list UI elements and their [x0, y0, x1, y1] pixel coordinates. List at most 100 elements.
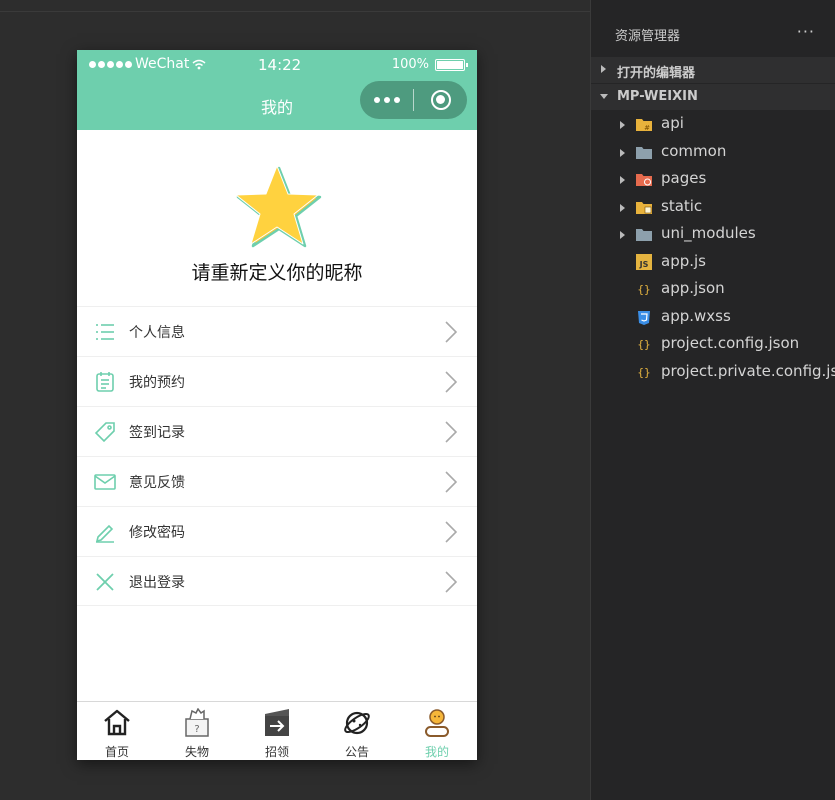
menu-item-my-appointments[interactable]: 我的预约: [77, 356, 477, 406]
tree-item-label: project.config.json: [661, 334, 800, 352]
home-icon: [104, 709, 130, 736]
chevron-right-icon: [445, 521, 457, 543]
api-folder-icon: #: [636, 119, 652, 132]
simulator-toolbar: [0, 0, 590, 12]
menu-item-label: 签到记录: [129, 425, 185, 441]
tree-item-app-js[interactable]: JS app.js: [591, 249, 835, 276]
simulator-area: WeChat 14:22 100% 我的 请重新定义你的昵称 个人信息 我的预约…: [0, 0, 590, 800]
tab-lost[interactable]: ? 失物: [157, 702, 237, 760]
phone-screen: WeChat 14:22 100% 我的 请重新定义你的昵称 个人信息 我的预约…: [77, 50, 477, 760]
chevron-right-icon: [620, 176, 625, 184]
tree-item-project-config[interactable]: {} project.config.json: [591, 331, 835, 358]
list-icon: [96, 324, 114, 340]
wifi-icon: [192, 59, 206, 69]
svg-text:JS: JS: [639, 260, 649, 269]
chevron-right-icon: [601, 65, 606, 73]
tree-item-pages[interactable]: pages: [591, 166, 835, 193]
more-options-icon[interactable]: [360, 97, 413, 103]
status-bar: WeChat 14:22 100%: [77, 50, 477, 78]
json-icon: {}: [637, 366, 650, 379]
tree-item-uni-modules[interactable]: uni_modules: [591, 221, 835, 248]
menu-item-label: 个人信息: [129, 325, 185, 341]
chevron-right-icon: [620, 149, 625, 157]
menu-item-label: 退出登录: [129, 575, 185, 591]
menu-item-change-password[interactable]: 修改密码: [77, 506, 477, 556]
status-left: WeChat: [89, 56, 206, 72]
signal-icon: [89, 60, 132, 68]
tab-label: 失物: [184, 745, 209, 759]
clipboard-icon: [96, 372, 114, 392]
user-icon: [425, 709, 449, 737]
profile-section: 请重新定义你的昵称: [77, 130, 477, 306]
chevron-right-icon: [620, 231, 625, 239]
static-folder-icon: [636, 202, 652, 214]
planet-icon: [344, 711, 370, 735]
x-icon: [96, 573, 114, 591]
menu-item-logout[interactable]: 退出登录: [77, 556, 477, 606]
tree-item-api[interactable]: # api: [591, 111, 835, 138]
json-icon: {}: [637, 338, 650, 351]
css-icon: [638, 311, 650, 325]
chevron-right-icon: [445, 571, 457, 593]
explorer-title: 资源管理器: [615, 29, 681, 44]
chevron-right-icon: [445, 321, 457, 343]
chevron-right-icon: [620, 121, 625, 129]
tab-announcement[interactable]: 公告: [317, 702, 397, 760]
star-avatar-icon[interactable]: [230, 160, 324, 254]
section-label: 打开的编辑器: [617, 66, 696, 81]
tree-item-label: static: [661, 197, 703, 215]
menu-item-checkin-records[interactable]: 签到记录: [77, 406, 477, 456]
chevron-down-icon: [600, 94, 608, 99]
menu-item-label: 修改密码: [129, 525, 185, 541]
battery-percent: 100%: [391, 57, 429, 72]
close-mini-program-button[interactable]: [414, 90, 467, 110]
folder-icon: [636, 147, 652, 159]
chevron-right-icon: [445, 371, 457, 393]
tree-item-label: uni_modules: [661, 224, 756, 242]
tab-mine[interactable]: 我的: [397, 702, 477, 760]
section-open-editors[interactable]: 打开的编辑器: [591, 57, 835, 83]
explorer-toolbar: [591, 0, 835, 10]
section-project[interactable]: MP-WEIXIN: [591, 84, 835, 110]
chevron-right-icon: [620, 204, 625, 212]
tree-item-common[interactable]: common: [591, 139, 835, 166]
menu-item-personal-info[interactable]: 个人信息: [77, 306, 477, 356]
pages-folder-icon: [636, 174, 652, 186]
tree-item-label: common: [661, 142, 727, 160]
tree-item-label: app.wxss: [661, 307, 731, 325]
tree-item-label: api: [661, 114, 684, 132]
json-icon: {}: [637, 283, 650, 296]
svg-text:{}: {}: [637, 366, 650, 379]
tree-item-static[interactable]: static: [591, 194, 835, 221]
tree-item-label: pages: [661, 169, 707, 187]
tree-item-app-json[interactable]: {} app.json: [591, 276, 835, 303]
lost-item-icon: ?: [185, 708, 209, 737]
nickname[interactable]: 请重新定义你的昵称: [77, 258, 477, 285]
target-icon: [430, 90, 451, 110]
tree-item-label: app.js: [661, 252, 706, 270]
file-explorer-panel: 资源管理器 ··· 打开的编辑器 MP-WEIXIN # api common …: [590, 0, 835, 800]
status-right: 100%: [391, 57, 468, 72]
tab-claim[interactable]: 招领: [237, 702, 317, 760]
menu-item-label: 意见反馈: [129, 475, 185, 491]
claim-icon: [265, 709, 289, 736]
status-time: 14:22: [258, 56, 302, 74]
menu-item-feedback[interactable]: 意见反馈: [77, 456, 477, 506]
folder-icon: [636, 229, 652, 241]
more-actions-button[interactable]: ···: [797, 22, 815, 41]
tab-label: 公告: [344, 745, 369, 759]
tree-item-project-private-config[interactable]: {} project.private.config.js...: [591, 359, 835, 386]
tab-label: 首页: [104, 745, 129, 759]
menu-list: 个人信息 我的预约 签到记录 意见反馈 修改密码 退出登录: [77, 306, 477, 606]
battery-icon: [435, 58, 468, 71]
tab-home[interactable]: 首页: [77, 702, 157, 760]
tab-label: 我的: [424, 745, 449, 759]
svg-text:{}: {}: [637, 283, 650, 296]
section-label: MP-WEIXIN: [617, 89, 698, 104]
mini-program-capsule: [360, 81, 467, 119]
tree-item-app-wxss[interactable]: app.wxss: [591, 304, 835, 331]
svg-text:{}: {}: [637, 338, 650, 351]
nav-header: WeChat 14:22 100% 我的: [77, 50, 477, 130]
chevron-right-icon: [445, 421, 457, 443]
tree-item-label: project.private.config.js...: [661, 362, 835, 380]
